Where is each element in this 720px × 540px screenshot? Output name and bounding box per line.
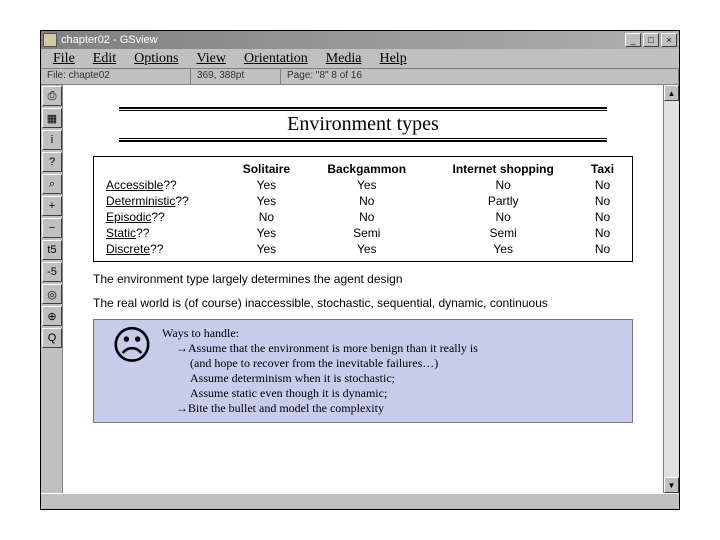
app-icon	[43, 33, 57, 47]
infobar: File: chapte02 369, 388pt Page: "8" 8 of…	[41, 69, 679, 85]
tool-search-icon[interactable]: ⌕	[42, 174, 62, 194]
menu-edit[interactable]: Edit	[85, 49, 124, 69]
info-page: Page: "8" 8 of 16	[281, 69, 679, 84]
tool-help-icon[interactable]: ?	[42, 152, 62, 172]
table-row: Deterministic??YesNoPartlyNo	[100, 193, 626, 209]
menubar: File Edit Options View Orientation Media…	[41, 49, 679, 69]
note-line: →Assume that the environment is more ben…	[162, 341, 624, 356]
menu-media[interactable]: Media	[318, 49, 370, 69]
paragraph-1: The environment type largely determines …	[93, 272, 633, 288]
col-solitaire: Solitaire	[227, 161, 306, 177]
menu-help[interactable]: Help	[371, 49, 414, 69]
note-box: ☹ Ways to handle: →Assume that the envir…	[93, 319, 633, 423]
col-internet: Internet shopping	[427, 161, 579, 177]
tool-add-icon[interactable]: ⊕	[42, 306, 62, 326]
info-file: File: chapte02	[41, 69, 191, 84]
menu-view[interactable]: View	[188, 49, 233, 69]
table-row: Discrete??YesYesYesNo	[100, 241, 626, 257]
paragraph-2: The real world is (of course) inaccessib…	[93, 296, 633, 312]
tool-print-icon[interactable]: ⎙	[42, 86, 62, 106]
scroll-down-icon[interactable]: ▼	[664, 477, 679, 493]
tool-zoomout-icon[interactable]: −	[42, 218, 62, 238]
scroll-up-icon[interactable]: ▲	[664, 85, 679, 101]
slide-title: Environment types	[119, 110, 607, 139]
menu-file[interactable]: File	[45, 49, 83, 69]
note-line: (and hope to recover from the inevitable…	[162, 356, 624, 371]
col-backgammon: Backgammon	[306, 161, 427, 177]
document-page: Environment types Solitaire Backgammon I…	[63, 85, 663, 493]
titlebar[interactable]: chapter02 - GSview _ □ ×	[41, 31, 679, 49]
note-heading: Ways to handle:	[162, 326, 624, 341]
table-header-row: Solitaire Backgammon Internet shopping T…	[100, 161, 626, 177]
table-row: Static??YesSemiSemiNo	[100, 225, 626, 241]
info-coords: 369, 388pt	[191, 69, 281, 84]
app-window: chapter02 - GSview _ □ × File Edit Optio…	[40, 30, 680, 510]
tool-next5-icon[interactable]: t5	[42, 240, 62, 260]
menu-orientation[interactable]: Orientation	[236, 49, 316, 69]
env-table: Solitaire Backgammon Internet shopping T…	[93, 156, 633, 262]
tool-grid-icon[interactable]: ▦	[42, 108, 62, 128]
note-line: Assume static even though it is dynamic;	[162, 386, 624, 401]
tool-zoomin-icon[interactable]: +	[42, 196, 62, 216]
note-line: →Bite the bullet and model the complexit…	[162, 401, 624, 416]
window-title: chapter02 - GSview	[61, 34, 158, 46]
statusbar	[41, 493, 679, 509]
tool-q-icon[interactable]: Q	[42, 328, 62, 348]
note-line: Assume determinism when it is stochastic…	[162, 371, 624, 386]
slide-title-frame: Environment types	[119, 107, 607, 142]
table-row: Accessible??YesYesNoNo	[100, 177, 626, 193]
col-taxi: Taxi	[579, 161, 626, 177]
tool-prev5-icon[interactable]: -5	[42, 262, 62, 282]
tool-info-icon[interactable]: i	[42, 130, 62, 150]
sad-face-icon: ☹	[102, 326, 162, 416]
vertical-scrollbar[interactable]: ▲ ▼	[663, 85, 679, 493]
minimize-button[interactable]: _	[625, 33, 641, 47]
toolbar: ⎙ ▦ i ? ⌕ + − t5 -5 ◎ ⊕ Q	[41, 85, 63, 493]
menu-options[interactable]: Options	[126, 49, 186, 69]
tool-target-icon[interactable]: ◎	[42, 284, 62, 304]
scroll-track[interactable]	[664, 101, 679, 477]
close-button[interactable]: ×	[661, 33, 677, 47]
table-row: Episodic??NoNoNoNo	[100, 209, 626, 225]
maximize-button[interactable]: □	[643, 33, 659, 47]
